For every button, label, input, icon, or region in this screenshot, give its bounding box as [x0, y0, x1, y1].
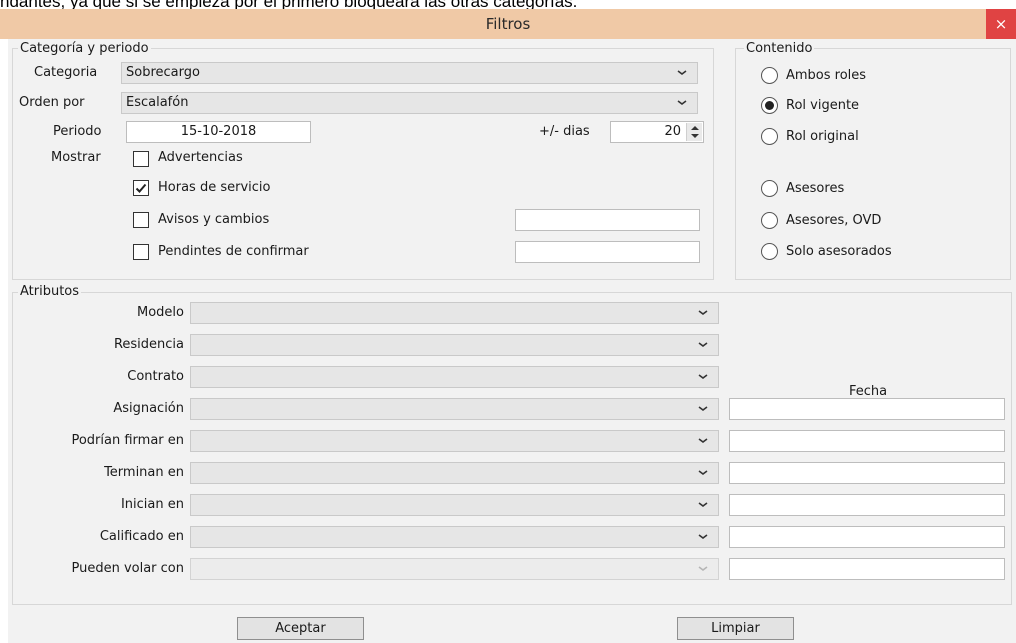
inician-label: Inician en: [120, 497, 184, 512]
orden-select[interactable]: Escalafón: [121, 92, 698, 114]
asignacion-fecha-field[interactable]: [729, 398, 1005, 420]
spin-arrows-icon[interactable]: [686, 123, 702, 141]
dias-spinbox[interactable]: 20: [610, 121, 704, 143]
chevron-down-icon: [677, 70, 687, 75]
periodo-date-field[interactable]: 15-10-2018: [126, 121, 311, 143]
contrato-select[interactable]: [190, 366, 719, 388]
podrian-firmar-label: Podrían firmar en: [71, 433, 184, 448]
contenido-legend: Contenido: [744, 41, 815, 56]
rol-vigente-label: Rol vigente: [786, 98, 860, 113]
dias-label: +/- dias: [539, 124, 590, 139]
chevron-down-icon: [698, 406, 708, 411]
chevron-down-icon: [698, 566, 708, 571]
advertencias-checkbox[interactable]: [133, 151, 149, 167]
solo-asesorados-label: Solo asesorados: [786, 244, 892, 259]
categoria-label: Categoria: [34, 65, 98, 80]
chevron-down-icon: [698, 374, 708, 379]
asesores-ovd-label: Asesores, OVD: [786, 213, 882, 228]
modelo-select[interactable]: [190, 302, 719, 324]
calificado-label: Calificado en: [99, 529, 184, 544]
avisos-cambios-label: Avisos y cambios: [158, 212, 270, 227]
terminan-label: Terminan en: [104, 465, 184, 480]
categoria-value: Sobrecargo: [126, 65, 200, 80]
chevron-down-icon: [698, 342, 708, 347]
chevron-down-icon: [698, 470, 708, 475]
orden-label: Orden por: [19, 95, 85, 110]
horas-servicio-checkbox[interactable]: [133, 180, 149, 196]
ambos-roles-label: Ambos roles: [786, 68, 867, 83]
chevron-down-icon: [677, 100, 687, 105]
modelo-label: Modelo: [137, 305, 184, 320]
asesores-label: Asesores: [786, 181, 845, 196]
residencia-label: Residencia: [113, 337, 184, 352]
chevron-down-icon: [698, 502, 708, 507]
asesores-ovd-radio[interactable]: [761, 212, 778, 229]
asesores-radio[interactable]: [761, 180, 778, 197]
pendientes-label: Pendintes de confirmar: [158, 244, 309, 259]
orden-value: Escalafón: [126, 95, 189, 110]
pueden-volar-select[interactable]: [190, 558, 719, 580]
inician-fecha-field[interactable]: [729, 494, 1005, 516]
categoria-select[interactable]: Sobrecargo: [121, 62, 698, 84]
ambos-roles-radio[interactable]: [761, 67, 778, 84]
inician-select[interactable]: [190, 494, 719, 516]
pueden-volar-label: Pueden volar con: [71, 561, 184, 576]
periodo-label: Periodo: [53, 124, 102, 139]
terminan-fecha-field[interactable]: [729, 462, 1005, 484]
aceptar-button[interactable]: Aceptar: [237, 617, 364, 640]
chevron-down-icon: [698, 310, 708, 315]
pendientes-checkbox[interactable]: [133, 244, 149, 260]
dias-value: 20: [664, 124, 681, 139]
residencia-select[interactable]: [190, 334, 719, 356]
dialog-title: Filtros: [485, 15, 531, 33]
check-icon: [135, 183, 147, 193]
podrian-firmar-fecha-field[interactable]: [729, 430, 1005, 452]
asignacion-select[interactable]: [190, 398, 719, 420]
atributos-legend: Atributos: [18, 284, 82, 299]
podrian-firmar-select[interactable]: [190, 430, 719, 452]
avisos-cambios-checkbox[interactable]: [133, 212, 149, 228]
rol-original-label: Rol original: [786, 129, 859, 144]
terminan-select[interactable]: [190, 462, 719, 484]
close-button[interactable]: ×: [986, 9, 1016, 39]
mostrar-label: Mostrar: [51, 150, 101, 165]
chevron-down-icon: [698, 534, 708, 539]
calificado-fecha-field[interactable]: [729, 526, 1005, 548]
advertencias-label: Advertencias: [158, 150, 243, 165]
solo-asesorados-radio[interactable]: [761, 243, 778, 260]
contrato-label: Contrato: [127, 369, 184, 384]
categoria-periodo-legend: Categoría y periodo: [18, 41, 151, 56]
pendientes-field[interactable]: [515, 241, 700, 263]
limpiar-button[interactable]: Limpiar: [677, 617, 794, 640]
filtros-dialog: Categoría y periodo Categoria Sobrecargo…: [8, 39, 1016, 643]
dialog-titlebar: Filtros ×: [0, 9, 1016, 39]
pueden-volar-fecha-field[interactable]: [729, 558, 1005, 580]
asignacion-label: Asignación: [113, 401, 184, 416]
rol-original-radio[interactable]: [761, 128, 778, 145]
horas-servicio-label: Horas de servicio: [158, 180, 271, 195]
periodo-value: 15-10-2018: [180, 124, 257, 139]
calificado-select[interactable]: [190, 526, 719, 548]
chevron-down-icon: [698, 438, 708, 443]
rol-vigente-radio[interactable]: [761, 97, 778, 114]
avisos-cambios-field[interactable]: [515, 209, 700, 231]
